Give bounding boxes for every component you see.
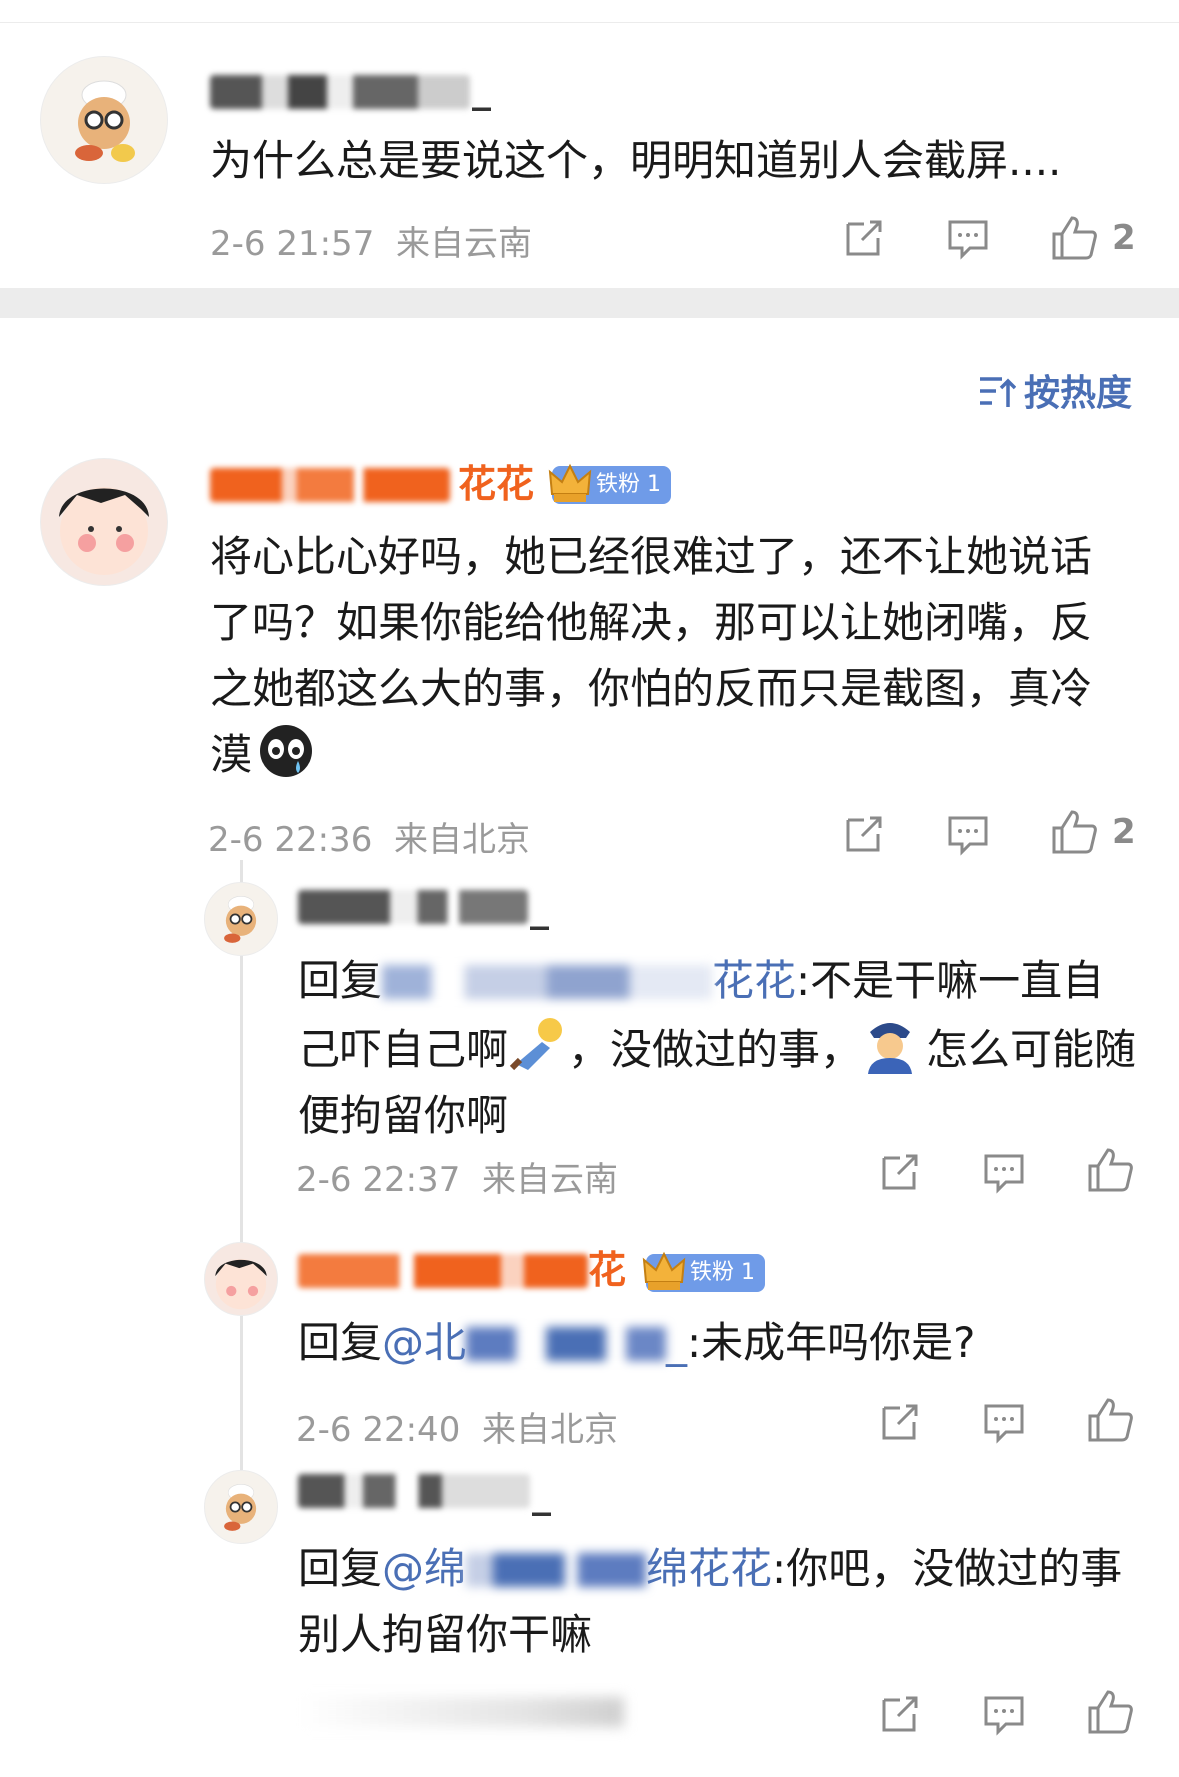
comment-location: 来自北京 [393,820,530,860]
comment-meta: 2-6 21:57 来自云南 [210,216,532,265]
share-icon[interactable] [842,812,886,856]
like-icon[interactable] [1086,1396,1134,1444]
reply-text: 回复@北 _:未成年吗你是? [298,1310,1138,1376]
share-icon[interactable] [878,1400,922,1444]
like-icon[interactable] [1050,214,1098,262]
like-icon[interactable] [1086,1688,1134,1736]
reply-meta: 2-6 22:37 来自云南 [296,1152,618,1201]
sort-icon [980,377,1017,407]
username-redacted [210,75,470,109]
girl-avatar-icon [215,1259,267,1310]
section-divider [0,288,1179,318]
username-redacted [298,890,528,924]
username-tail: _ [532,1472,551,1516]
reply-prefix: 回复 [298,1318,383,1367]
avatar[interactable] [204,1470,278,1544]
comment-time: 2-6 22:36 [208,820,373,860]
comment-time: 2-6 21:57 [210,224,375,264]
cat-avatar-icon [224,896,257,943]
avatar[interactable] [40,56,168,184]
reply-prefix: 回复 [298,1544,383,1593]
like-count: 2 [1112,218,1136,258]
reply-prefix: 回复 [298,956,383,1005]
sort-button[interactable]: 按热度 [978,364,1132,416]
reply-meta-redacted [298,1697,624,1727]
comment-location: 来自云南 [395,224,532,264]
mention-tail: 花花 [712,956,797,1005]
username-redacted [298,1254,588,1288]
crown-icon [642,1251,686,1290]
reply-text-b: ，没做过的事， [568,1025,863,1074]
like-count: 2 [1112,812,1136,852]
reply-text: 回复 花花:不是干嘛一直自己吓自己啊 ，没做过的事， 怎么可能随便拘留你啊 [298,948,1138,1149]
reply-location: 来自云南 [481,1160,618,1200]
comment-icon[interactable] [946,812,990,856]
reply-text-body: :未成年吗你是? [687,1318,976,1367]
username-tail: _ [530,886,549,930]
comment-text: 将心比心好吗，她已经很难过了，还不让她说话了吗？如果你能给他解决，那可以让她闭嘴… [210,524,1110,788]
girl-avatar-icon [59,487,149,575]
reply-mention[interactable]: 花花 [382,956,796,1005]
sort-label: 按热度 [1024,373,1133,414]
avatar[interactable] [204,1242,278,1316]
cat-avatar-icon [75,80,135,162]
crying-face-emoji [260,725,313,777]
username-redacted [298,1474,530,1508]
reply-time: 2-6 22:37 [296,1160,461,1200]
comment-icon[interactable] [946,216,990,260]
like-icon[interactable] [1050,808,1098,856]
username-tail: 花 [588,1248,627,1292]
avatar[interactable] [204,882,278,956]
crown-icon [548,463,592,502]
comment-text: 为什么总是要说这个，明明知道别人会截屏.... [210,136,1062,185]
mention-redacted [466,1327,667,1361]
comment-text-body: 将心比心好吗，她已经很难过了，还不让她说话了吗？如果你能给他解决，那可以让她闭嘴… [210,532,1093,779]
reply-time: 2-6 22:40 [296,1410,461,1450]
share-icon[interactable] [878,1692,922,1736]
username-redacted [210,468,450,502]
cat-avatar-icon [224,1484,257,1531]
reply-mention[interactable]: @绵 绵花花 [382,1544,772,1593]
top-divider [0,22,1179,23]
avatar[interactable] [40,458,168,586]
reply-mention[interactable]: @北 _ [382,1318,687,1367]
comment-icon[interactable] [982,1400,1026,1444]
comment-icon[interactable] [982,1150,1026,1194]
username-tail: _ [472,67,491,111]
mention-head: @绵 [382,1544,467,1593]
mention-tail: _ [666,1318,688,1367]
username-tail: 花花 [458,462,535,506]
share-icon[interactable] [842,216,886,260]
mention-redacted [382,965,713,999]
comment-icon[interactable] [982,1692,1026,1736]
reply-location: 来自北京 [481,1410,618,1450]
share-icon[interactable] [878,1150,922,1194]
mention-tail: 绵花花 [646,1544,773,1593]
reply-text: 回复@绵 绵花花:你吧，没做过的事别人拘留你干嘛 [298,1536,1138,1668]
comment-meta: 2-6 22:36 来自北京 [208,812,530,861]
like-icon[interactable] [1086,1146,1134,1194]
reply-meta: 2-6 22:40 来自北京 [296,1402,618,1451]
fainting-person-emoji [509,1018,563,1071]
police-officer-emoji [868,1023,913,1074]
mention-redacted [466,1553,647,1587]
mention-head: @北 [382,1318,467,1367]
